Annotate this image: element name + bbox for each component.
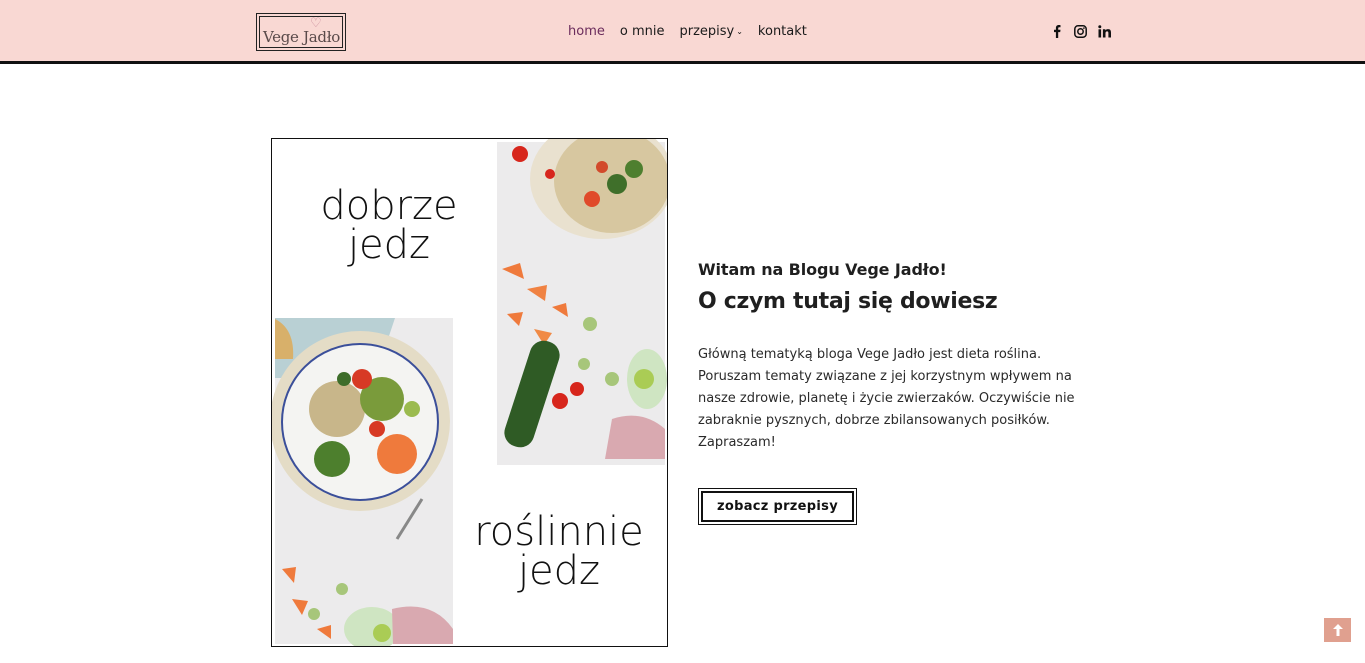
- intro-subtitle: Witam na Blogu Vege Jadło!: [698, 260, 947, 279]
- logo-text: Vege Jadło: [263, 28, 341, 46]
- hero-text-roslinnie-jedz: roślinnie jedz: [474, 509, 644, 595]
- chevron-down-icon: ⌄: [736, 26, 743, 36]
- nav-item-o-mnie[interactable]: o mnie: [620, 24, 665, 39]
- nav-item-kontakt[interactable]: kontakt: [758, 24, 807, 39]
- main-nav: home o mnie przepisy ⌄ kontakt: [568, 22, 822, 40]
- site-logo[interactable]: ♡ Vege Jadło: [256, 13, 346, 51]
- intro-body: Główną tematyką bloga Vege Jadło jest di…: [698, 347, 1075, 450]
- linkedin-icon[interactable]: [1098, 24, 1111, 38]
- hero-image: dobrze jedz roślinnie jedz: [271, 138, 668, 647]
- facebook-icon[interactable]: [1050, 24, 1063, 38]
- nav-item-home[interactable]: home: [568, 24, 605, 39]
- arrow-up-icon: [1332, 624, 1343, 636]
- nav-item-przepisy[interactable]: przepisy ⌄: [679, 24, 742, 39]
- site-header: ♡ Vege Jadło home o mnie przepisy ⌄ konta…: [0, 0, 1365, 64]
- nav-item-przepisy-label: przepisy: [679, 23, 735, 39]
- see-recipes-button[interactable]: zobacz przepisy: [698, 488, 857, 525]
- intro-title: O czym tutaj się dowiesz: [698, 289, 998, 314]
- logo-frame: ♡ Vege Jadło: [259, 16, 343, 48]
- see-recipes-label: zobacz przepisy: [701, 491, 854, 522]
- social-links: [1050, 22, 1122, 40]
- instagram-icon[interactable]: [1074, 24, 1087, 38]
- scroll-to-top-button[interactable]: [1324, 618, 1351, 642]
- hero-text-dobrze-jedz: dobrze jedz: [320, 183, 458, 269]
- intro-section: Witam na Blogu Vege Jadło! O czym tutaj …: [698, 260, 1108, 454]
